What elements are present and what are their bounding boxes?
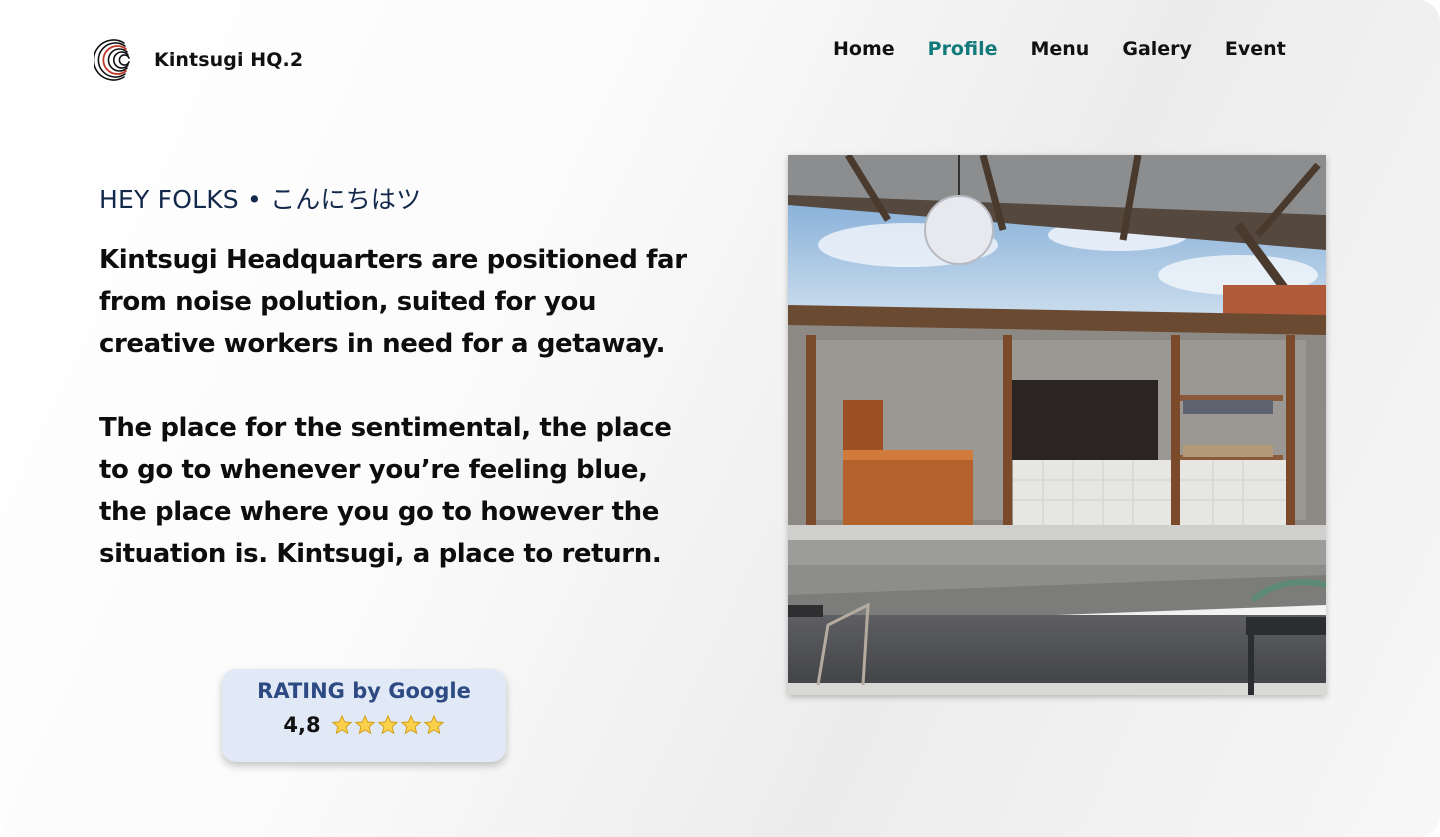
rating-title: RATING by Google xyxy=(257,679,471,703)
star-icon xyxy=(331,714,352,735)
hero-paragraph-1: Kintsugi Headquarters are positioned far… xyxy=(99,245,687,359)
nav-home[interactable]: Home xyxy=(833,38,895,60)
kintsugi-logo-icon xyxy=(94,39,130,81)
page: Kintsugi HQ.2 Home Profile Menu Galery E… xyxy=(0,0,1440,837)
nav-galery[interactable]: Galery xyxy=(1122,38,1192,60)
nav-profile[interactable]: Profile xyxy=(928,38,998,60)
star-icon xyxy=(377,714,398,735)
brand-name: Kintsugi HQ.2 xyxy=(154,49,304,71)
hero-paragraph-2: The place for the sentimental, the place… xyxy=(99,413,672,569)
rating-stars xyxy=(331,714,445,736)
main-nav: Home Profile Menu Galery Event xyxy=(833,38,1286,60)
rating-value: 4,8 xyxy=(283,713,321,737)
google-rating-card[interactable]: RATING by Google 4,8 xyxy=(222,669,506,762)
brand[interactable]: Kintsugi HQ.2 xyxy=(94,37,303,83)
star-icon xyxy=(423,714,444,735)
hero-eyebrow: HEY FOLKS • こんにちはツ xyxy=(99,185,422,214)
rating-row: 4,8 xyxy=(222,713,506,737)
star-icon xyxy=(400,714,421,735)
cafe-building-photo xyxy=(788,155,1326,695)
nav-event[interactable]: Event xyxy=(1225,38,1286,60)
nav-menu[interactable]: Menu xyxy=(1030,38,1089,60)
star-icon xyxy=(354,714,375,735)
